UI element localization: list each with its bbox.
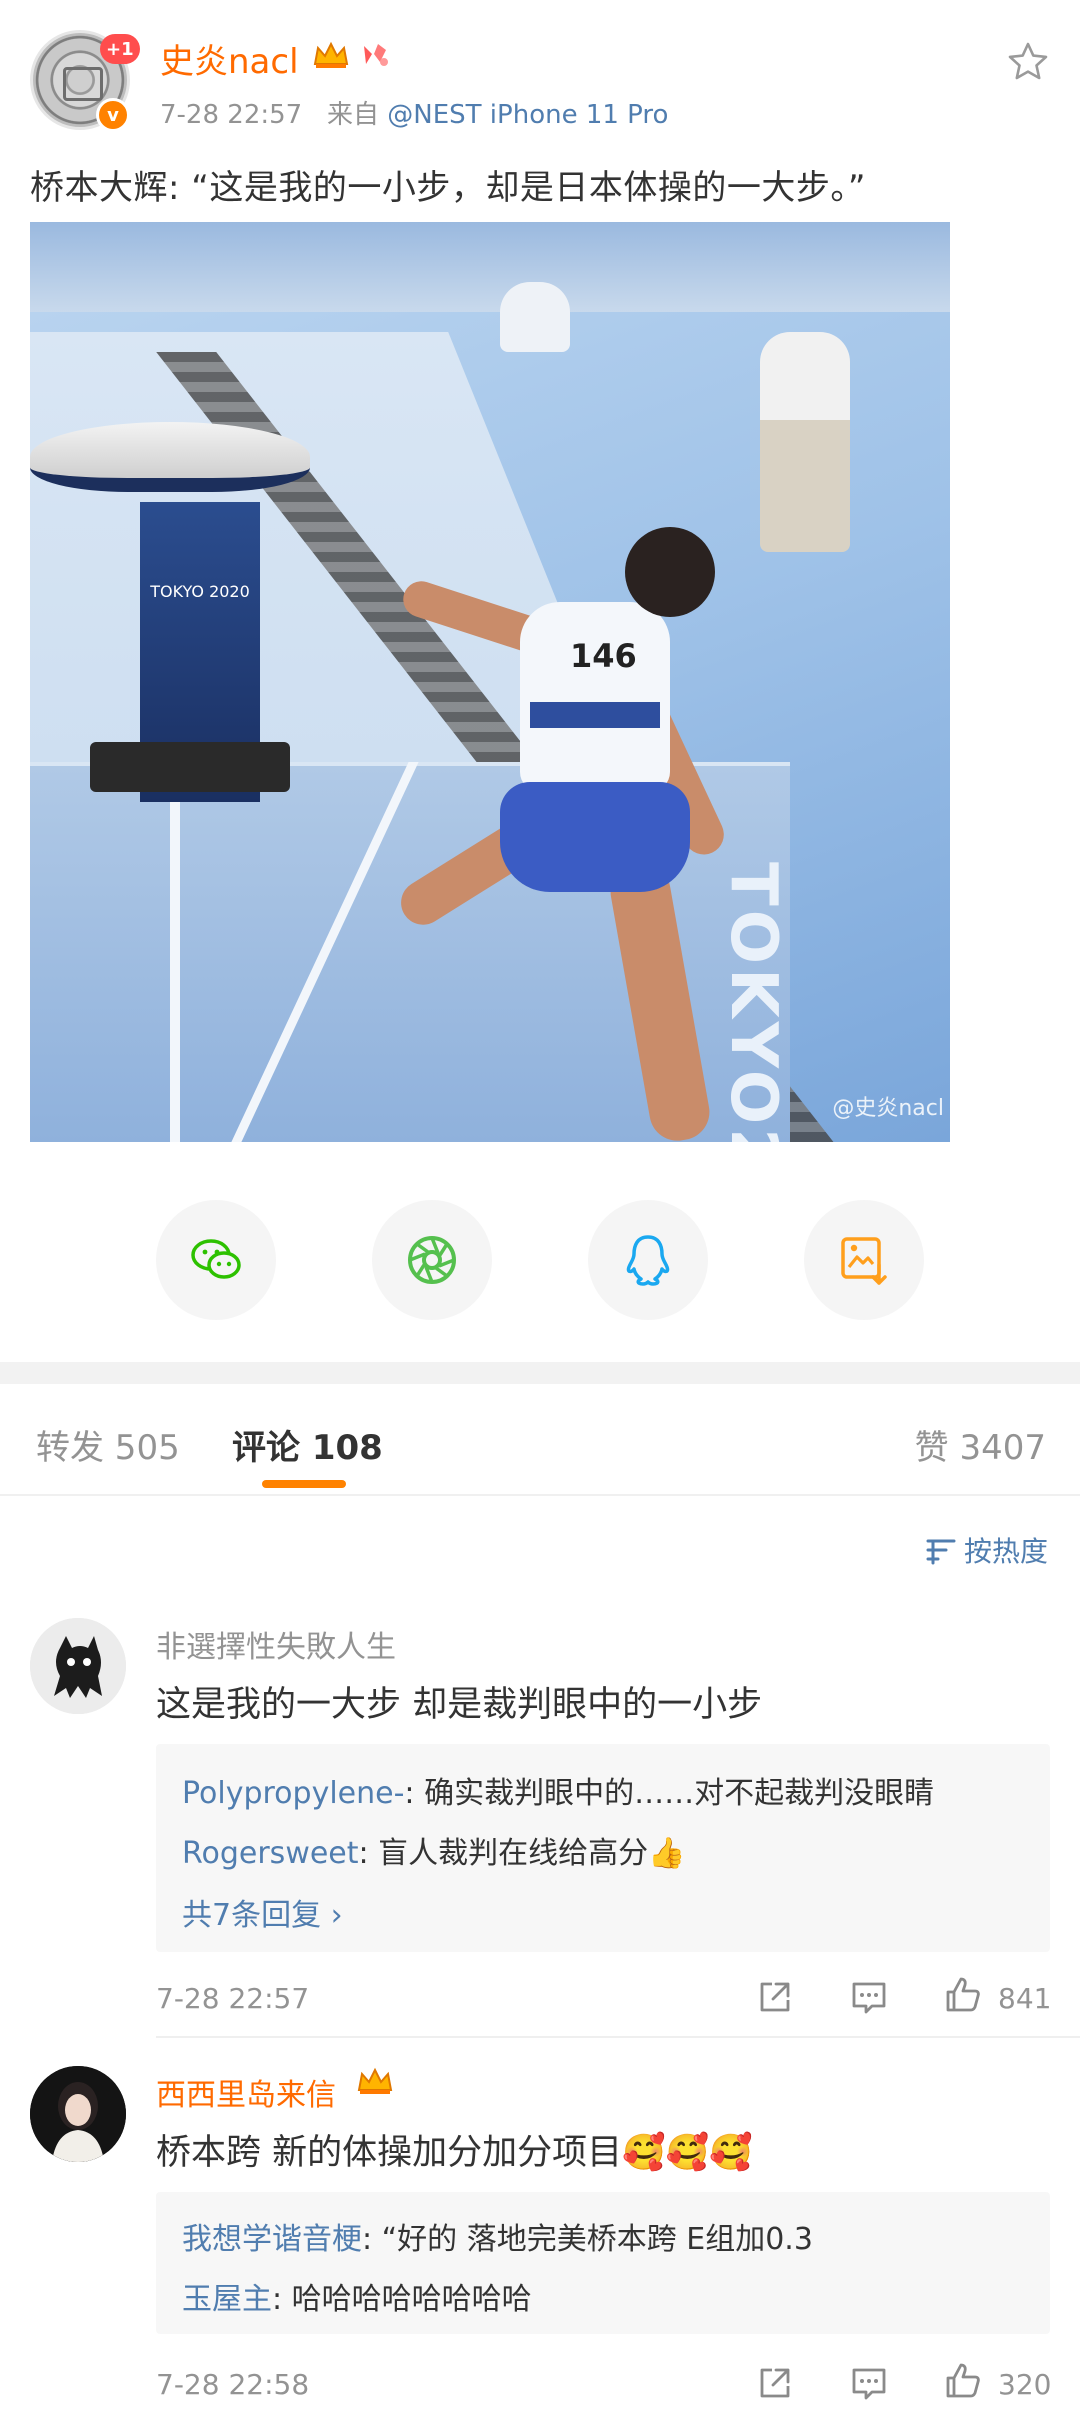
image-vault-base — [90, 742, 290, 792]
reply-text: : 确实裁判眼中的……对不起裁判没眼睛 — [404, 1776, 935, 1811]
comment-text: 这是我的一大步 却是裁判眼中的一小步 — [156, 1685, 763, 1725]
image-vault-table — [30, 422, 310, 492]
image-gymnast-shorts — [500, 782, 690, 892]
reply-text: : 哈哈哈哈哈哈哈哈 — [272, 2282, 532, 2317]
image-gymnast-singlet — [520, 602, 670, 792]
reply-item: 玉屋主: 哈哈哈哈哈哈哈哈 — [182, 2274, 532, 2318]
reply-item: Rogersweet: 盲人裁判在线给高分👍 — [182, 1828, 686, 1872]
reply-author[interactable]: 玉屋主 — [182, 2282, 272, 2317]
share-qq-button[interactable] — [588, 1200, 708, 1320]
post-source[interactable]: @NEST iPhone 11 Pro — [387, 100, 668, 130]
image-floor-text: TOKYO2020 — [716, 862, 790, 1142]
reply-item: 我想学谐音梗: “好的 落地完美桥本跨 E组加0.3 — [182, 2214, 813, 2258]
save-image-button[interactable] — [804, 1200, 924, 1320]
reply-text: : “好的 落地完美桥本跨 E组加0.3 — [362, 2222, 813, 2257]
image-gymnast-head — [625, 527, 715, 617]
post-time: 7-28 22:57 — [160, 100, 303, 130]
reply-author[interactable]: 我想学谐音梗 — [182, 2222, 362, 2257]
post-text: 桥本大辉: “这是我的一小步，却是日本体操的一大步。” — [30, 168, 866, 208]
moments-icon — [408, 1236, 456, 1284]
author-name[interactable]: 史炎nacl — [160, 34, 299, 83]
image-mat-line — [170, 762, 180, 1142]
comment-avatar[interactable] — [30, 1618, 126, 1714]
reply-item: Polypropylene-: 确实裁判眼中的……对不起裁判没眼睛 — [182, 1768, 934, 1812]
like-thumb-icon[interactable] — [942, 2360, 984, 2402]
post-meta: 7-28 22:57 来自 @NEST iPhone 11 Pro — [160, 94, 668, 131]
image-watermark: @史炎nacl — [832, 1096, 944, 1121]
share-comment-icon[interactable] — [754, 1976, 796, 2018]
reply-preview-box[interactable]: Polypropylene-: 确实裁判眼中的……对不起裁判没眼睛 Rogers… — [156, 1744, 1050, 1952]
tab-reposts[interactable]: 转发 505 — [36, 1420, 180, 1469]
comment-divider — [156, 2036, 1080, 2038]
sort-label: 按热度 — [963, 1535, 1048, 1568]
qq-icon — [626, 1235, 670, 1286]
favorite-star-icon[interactable] — [1006, 40, 1050, 84]
reply-author[interactable]: Rogersweet — [182, 1836, 359, 1871]
black-cat-avatar-icon — [30, 1618, 126, 1714]
save-image-icon — [841, 1237, 887, 1285]
comment-avatar[interactable] — [30, 2066, 126, 2162]
comment-time: 7-28 22:58 — [156, 2368, 310, 2401]
interaction-tabs: 转发 505 评论 108 赞 3407 — [0, 1384, 1080, 1496]
reply-preview-box[interactable]: 我想学谐音梗: “好的 落地完美桥本跨 E组加0.3 玉屋主: 哈哈哈哈哈哈哈哈 — [156, 2192, 1050, 2334]
section-divider — [0, 1362, 1080, 1384]
like-count: 841 — [998, 1982, 1052, 2015]
fan-badge-icon — [364, 44, 388, 66]
vip-crown-icon — [357, 2067, 393, 2094]
image-bib-number: 146 — [570, 637, 637, 675]
comment-time: 7-28 22:57 — [156, 1982, 310, 2015]
sort-icon — [926, 1539, 956, 1565]
share-comment-icon[interactable] — [754, 2362, 796, 2404]
reply-author[interactable]: Polypropylene- — [182, 1776, 404, 1811]
like-count: 320 — [998, 2368, 1052, 2401]
reply-comment-icon[interactable] — [848, 2362, 890, 2404]
active-tab-indicator — [262, 1480, 346, 1488]
avatar-plus-badge: +1 — [100, 34, 140, 64]
source-prefix: 来自 — [327, 100, 380, 130]
image-judge — [500, 282, 570, 352]
like-thumb-icon[interactable] — [942, 1974, 984, 2016]
image-cameraman — [760, 332, 850, 552]
tab-comments[interactable]: 评论 108 — [232, 1420, 383, 1469]
portrait-avatar-icon — [30, 2066, 126, 2162]
sort-by-hot-button[interactable]: 按热度 — [924, 1530, 1048, 1570]
vip-crown-icon — [313, 41, 349, 68]
share-moments-button[interactable] — [372, 1200, 492, 1320]
reply-comment-icon[interactable] — [848, 1976, 890, 2018]
wechat-icon — [191, 1239, 241, 1279]
share-row — [0, 1200, 1080, 1320]
share-wechat-button[interactable] — [156, 1200, 276, 1320]
verified-badge-icon: v — [96, 98, 130, 132]
view-all-replies-link[interactable]: 共7条回复 › — [182, 1890, 343, 1934]
image-stands — [30, 222, 950, 312]
reply-text: : 盲人裁判在线给高分👍 — [358, 1836, 686, 1871]
post-image[interactable]: TOKYO 2020 146 TOKYO2020 @史炎nacl — [30, 222, 950, 1142]
image-singlet-stripe — [530, 702, 660, 728]
comment-author[interactable]: 西西里岛来信 — [156, 2070, 336, 2114]
image-vault-logo: TOKYO 2020 — [150, 582, 250, 601]
comment-text: 桥本跨 新的体操加分加分项目🥰🥰🥰 — [156, 2133, 753, 2173]
comment-author[interactable]: 非選擇性失敗人生 — [156, 1622, 396, 1666]
tab-likes[interactable]: 赞 3407 — [915, 1420, 1046, 1469]
